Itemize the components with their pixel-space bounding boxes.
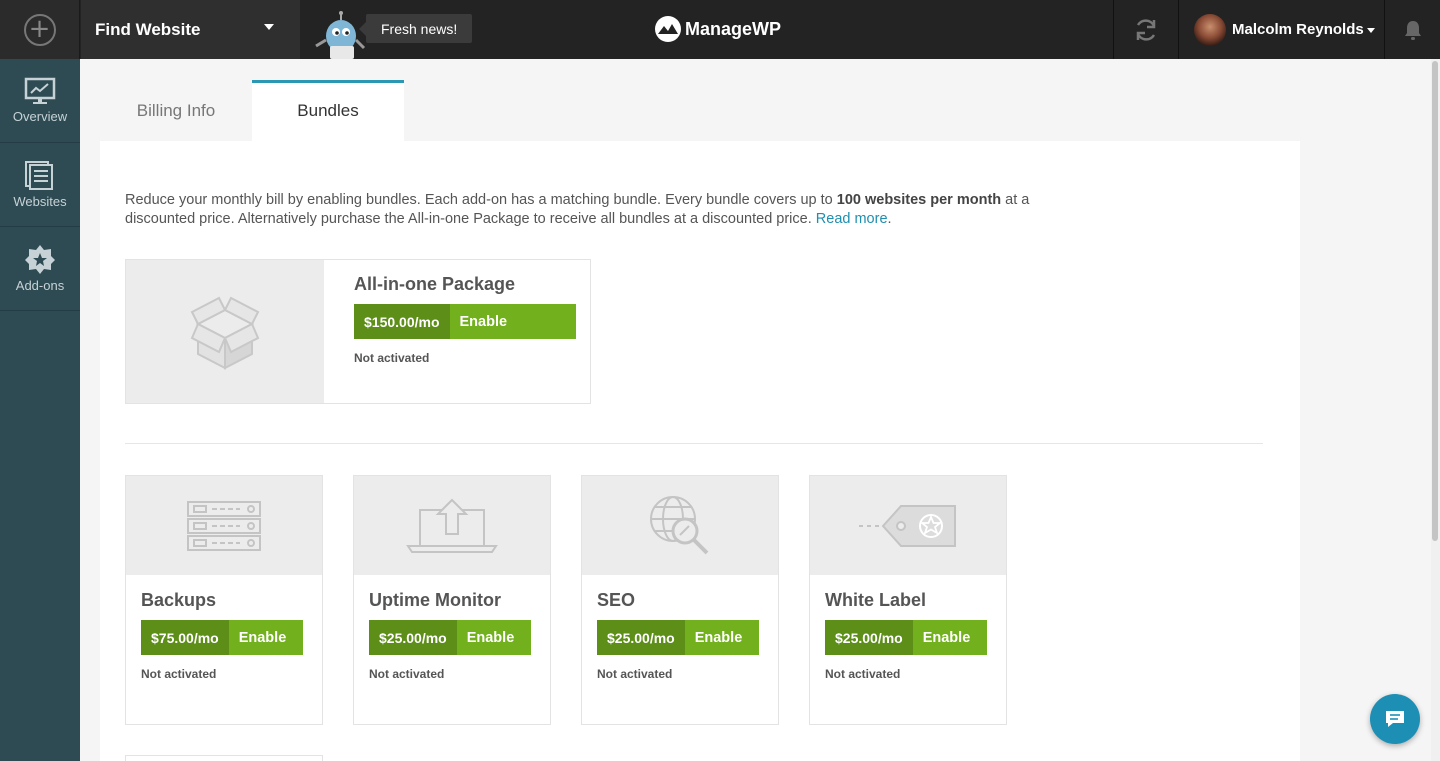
tab-label: Billing Info bbox=[136, 100, 216, 120]
sidebar-item-websites[interactable]: Websites bbox=[0, 143, 80, 227]
laptop-upload-icon bbox=[406, 498, 498, 553]
sidebar-item-overview[interactable]: Overview bbox=[0, 59, 80, 143]
fresh-news-bubble[interactable]: Fresh news! bbox=[358, 14, 473, 43]
notifications-button[interactable] bbox=[1386, 0, 1440, 59]
bundle-card-uptime-monitor: Uptime Monitor $25.00/mo Enable Not acti… bbox=[353, 475, 551, 725]
add-website-button[interactable]: + bbox=[0, 0, 80, 59]
bundle-body: Backups $75.00/mo Enable Not activated bbox=[126, 575, 322, 681]
find-website-label: Find Website bbox=[95, 19, 201, 39]
intro-text: . bbox=[887, 211, 892, 227]
find-website-dropdown[interactable]: Find Website bbox=[81, 0, 300, 59]
bundle-image bbox=[354, 476, 550, 575]
bundle-image bbox=[582, 476, 778, 575]
chat-icon bbox=[1386, 711, 1404, 727]
tab-label: Bundles bbox=[297, 100, 359, 120]
top-bar: + Find Website Fresh news! ManageWP Malc… bbox=[0, 0, 1440, 59]
bundle-title: Backups bbox=[141, 590, 217, 610]
fresh-news-label: Fresh news! bbox=[381, 20, 458, 37]
aio-price: $150.00/mo bbox=[354, 304, 450, 339]
bundle-body: Uptime Monitor $25.00/mo Enable Not acti… bbox=[354, 575, 550, 681]
enable-label: Enable bbox=[912, 620, 987, 655]
bundle-title: SEO bbox=[597, 590, 636, 610]
chevron-down-icon bbox=[264, 24, 274, 30]
sync-button[interactable] bbox=[1113, 0, 1179, 59]
refresh-icon bbox=[1136, 18, 1156, 41]
sidebar-item-addons[interactable]: Add-ons bbox=[0, 227, 80, 311]
sidebar-item-label: Websites bbox=[13, 194, 67, 209]
bundle-title: White Label bbox=[825, 590, 927, 610]
bundle-price: $75.00/mo bbox=[141, 620, 229, 655]
sidebar-item-label: Overview bbox=[12, 109, 68, 124]
bundle-price: $25.00/mo bbox=[597, 620, 685, 655]
user-name: Malcolm Reynolds bbox=[1232, 21, 1364, 38]
read-more-link[interactable]: Read more bbox=[816, 211, 888, 227]
tab-bundles[interactable]: Bundles bbox=[252, 80, 404, 141]
bundle-status: Not activated bbox=[141, 667, 217, 681]
bundle-title: Uptime Monitor bbox=[369, 590, 501, 610]
tag-star-icon bbox=[859, 504, 956, 547]
server-icon bbox=[187, 500, 261, 551]
bundles-intro: Reduce your monthly bill by enabling bun… bbox=[125, 191, 1045, 229]
sidebar: Overview Websites Add-ons bbox=[0, 59, 80, 761]
enable-label: Enable bbox=[228, 620, 303, 655]
bundle-card-backups: Backups $75.00/mo Enable Not activated bbox=[125, 475, 323, 725]
enable-button[interactable]: $25.00/mo Enable bbox=[369, 620, 535, 655]
tab-bar: Billing Info Bundles bbox=[100, 80, 404, 141]
intro-bold-text: 100 websites per month bbox=[836, 192, 1002, 208]
enable-button[interactable]: $75.00/mo Enable bbox=[141, 620, 307, 655]
bundle-card-seo: SEO $25.00/mo Enable Not activated bbox=[581, 475, 779, 725]
aio-body: All-in-one Package $150.00/mo Enable Not… bbox=[354, 274, 576, 365]
bundle-status: Not activated bbox=[369, 667, 445, 681]
bundle-status: Not activated bbox=[597, 667, 673, 681]
monitor-chart-icon bbox=[24, 77, 56, 104]
managewp-logo[interactable]: ManageWP bbox=[655, 14, 781, 44]
aio-title: All-in-one Package bbox=[354, 274, 516, 294]
enable-label: Enable bbox=[449, 304, 576, 339]
pages-icon bbox=[25, 161, 53, 190]
tab-billing-info[interactable]: Billing Info bbox=[100, 80, 252, 141]
gear-badge-icon bbox=[25, 245, 55, 274]
main-content: Billing Info Bundles Reduce your monthly… bbox=[80, 59, 1431, 761]
sidebar-item-label: Add-ons bbox=[15, 278, 65, 293]
chat-button[interactable] bbox=[1370, 694, 1420, 744]
bell-icon bbox=[1405, 20, 1421, 40]
bundles-panel: Reduce your monthly bill by enabling bun… bbox=[100, 141, 1300, 761]
open-box-icon bbox=[190, 296, 260, 370]
bundle-price: $25.00/mo bbox=[369, 620, 457, 655]
all-in-one-card: All-in-one Package $150.00/mo Enable Not… bbox=[125, 259, 591, 404]
logo-text: ManageWP bbox=[685, 18, 782, 39]
bundle-image bbox=[810, 476, 1006, 575]
bundle-status: Not activated bbox=[825, 667, 901, 681]
scrollbar-thumb[interactable] bbox=[1432, 61, 1438, 541]
chevron-down-icon bbox=[1366, 28, 1375, 33]
divider bbox=[125, 443, 1263, 444]
bundle-card-white-label: White Label $25.00/mo Enable Not activat… bbox=[809, 475, 1007, 725]
enable-button[interactable]: $25.00/mo Enable bbox=[597, 620, 763, 655]
plus-circle-icon: + bbox=[23, 13, 56, 46]
avatar bbox=[1194, 13, 1226, 46]
intro-text: Reduce your monthly bill by enabling bun… bbox=[125, 192, 837, 208]
enable-label: Enable bbox=[684, 620, 759, 655]
bundle-body: White Label $25.00/mo Enable Not activat… bbox=[810, 575, 1006, 681]
aio-status: Not activated bbox=[354, 351, 430, 365]
aio-image bbox=[126, 260, 324, 403]
enable-button[interactable]: $25.00/mo Enable bbox=[825, 620, 991, 655]
bundle-body: SEO $25.00/mo Enable Not activated bbox=[582, 575, 778, 681]
bundle-price: $25.00/mo bbox=[825, 620, 913, 655]
globe-search-icon bbox=[650, 495, 709, 554]
aio-enable-button[interactable]: $150.00/mo Enable bbox=[354, 304, 576, 339]
bundle-card-partial bbox=[125, 755, 323, 761]
enable-label: Enable bbox=[456, 620, 531, 655]
user-menu[interactable]: Malcolm Reynolds bbox=[1180, 0, 1385, 59]
managewp-logo-icon bbox=[655, 16, 681, 42]
bundle-image bbox=[126, 476, 322, 575]
